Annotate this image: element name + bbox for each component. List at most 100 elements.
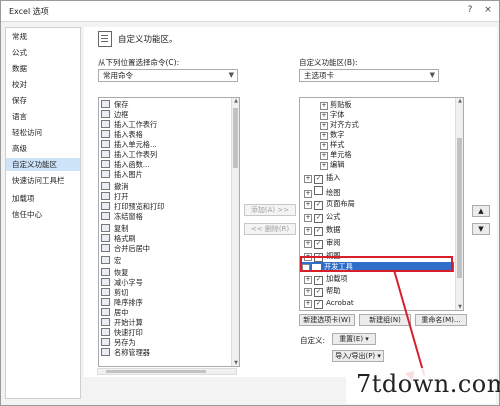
list-item[interactable]: 开始计算 [101,318,143,328]
expand-icon[interactable]: + [320,112,328,120]
scroll-thumb[interactable] [457,138,462,278]
tree-item-review[interactable]: + ✓ 审阅 [304,238,340,249]
ribbon-tree[interactable]: + 剪贴板 + 字体 + 对齐方式 + 数字 + 样式 + 单元格 + 编辑 + ✓ 插入 + 绘图… [299,97,464,311]
sidebar-item-advanced[interactable]: 高级 [6,142,80,155]
list-item[interactable]: 快速打印 [101,328,143,338]
list-item[interactable]: 插入工作表列 [101,150,157,160]
tree-item-clipboard[interactable]: + 剪贴板 [320,100,352,110]
commands-horizontal-scrollbar[interactable] [97,368,237,375]
expand-icon[interactable]: + [320,152,328,160]
expand-icon[interactable]: + [320,132,328,140]
expand-icon[interactable]: + [320,162,328,170]
expand-icon[interactable]: + [304,276,312,284]
checkbox-unchecked-icon[interactable] [314,186,323,195]
scroll-thumb[interactable] [233,108,238,168]
tree-item-formulas[interactable]: + ✓ 公式 [304,212,340,223]
ribbon-tree-scrollbar[interactable]: ▲ ▼ [455,98,463,310]
sidebar-item-add-ins[interactable]: 加载项 [6,192,80,205]
checkbox-checked-icon[interactable]: ✓ [314,214,323,223]
expand-icon[interactable]: + [304,240,312,248]
sidebar-item-customize-ribbon[interactable]: 自定义功能区 [6,158,80,171]
list-item[interactable]: 居中 [101,308,128,318]
expand-icon[interactable]: + [304,201,312,209]
help-button[interactable]: ? [463,3,477,17]
list-item[interactable]: 恢复 [101,268,128,278]
scroll-up-icon[interactable]: ▲ [232,98,239,104]
list-item[interactable]: 宏 [101,256,121,266]
list-item[interactable]: 减小字号 [101,278,143,288]
sidebar-item-save[interactable]: 保存 [6,94,80,107]
sidebar-item-proofing[interactable]: 校对 [6,78,80,91]
tree-item-number[interactable]: + 数字 [320,130,344,140]
import-export-button[interactable]: 导入/导出(P) ▾ [332,350,384,362]
list-item[interactable]: 保存 [101,100,128,110]
expand-icon[interactable]: + [304,227,312,235]
tree-item-add-ins[interactable]: + ✓ 加载项 [304,274,348,285]
list-item[interactable]: 降序排序 [101,298,143,308]
new-tab-button[interactable]: 新建选项卡(W) [299,314,355,326]
tree-item-acrobat[interactable]: + ✓ Acrobat [304,298,354,309]
tree-item-insert[interactable]: + ✓ 插入 [304,173,340,184]
list-item[interactable]: 格式刷 [101,234,136,244]
checkbox-checked-icon[interactable]: ✓ [314,175,323,184]
tree-item-draw[interactable]: + 绘图 [304,186,340,198]
customize-ribbon-select[interactable]: 主选项卡 ▼ [299,69,439,82]
remove-button[interactable]: << 删除(R) [244,223,296,235]
commands-list[interactable]: 保存 边框 插入工作表行 插入表格 插入单元格... 插入工作表列 插入函数..… [98,97,240,367]
scroll-up-icon[interactable]: ▲ [456,98,463,104]
list-item[interactable]: 打开 [101,192,128,202]
scroll-thumb[interactable] [106,370,206,373]
list-item[interactable]: 插入表格 [101,130,143,140]
expand-icon[interactable]: + [320,142,328,150]
checkbox-checked-icon[interactable]: ✓ [314,288,323,297]
list-item[interactable]: 插入单元格... [101,140,157,150]
list-item[interactable]: 另存为 [101,338,136,348]
tree-item-editing[interactable]: + 编辑 [320,160,344,170]
expand-icon[interactable]: + [304,175,312,183]
add-button[interactable]: 添加(A) >> [244,204,296,216]
tree-item-data[interactable]: + ✓ 数据 [304,225,340,236]
sidebar-item-quick-access-toolbar[interactable]: 快速访问工具栏 [6,174,80,187]
list-item[interactable]: 插入图片 [101,170,143,180]
choose-commands-select[interactable]: 常用命令 ▼ [98,69,238,82]
list-item[interactable]: 合并后居中 [101,244,150,254]
tree-item-help[interactable]: + ✓ 帮助 [304,286,340,297]
new-group-button[interactable]: 新建组(N) [359,314,411,326]
expand-icon[interactable]: + [320,122,328,130]
tree-item-cells[interactable]: + 单元格 [320,150,352,160]
sidebar-item-data[interactable]: 数据 [6,62,80,75]
list-item[interactable]: 撤消 [101,182,128,192]
tree-item-alignment[interactable]: + 对齐方式 [320,120,359,130]
sidebar-item-formulas[interactable]: 公式 [6,46,80,59]
close-button[interactable]: × [481,3,495,17]
sidebar-item-language[interactable]: 语言 [6,110,80,123]
reset-button[interactable]: 重置(E) ▾ [332,333,376,345]
list-item[interactable]: 冻结窗格 [101,212,143,222]
scroll-down-icon[interactable]: ▼ [232,360,239,366]
move-up-button[interactable]: ▲ [472,205,490,217]
expand-icon[interactable]: + [304,288,312,296]
checkbox-checked-icon[interactable]: ✓ [314,300,323,309]
checkbox-checked-icon[interactable]: ✓ [314,201,323,210]
tree-item-font[interactable]: + 字体 [320,110,344,120]
checkbox-checked-icon[interactable]: ✓ [314,276,323,285]
expand-icon[interactable]: + [304,300,312,308]
list-item[interactable]: 剪切 [101,288,128,298]
sidebar-item-accessibility[interactable]: 轻松访问 [6,126,80,139]
commands-scrollbar[interactable]: ▲ ▼ [231,98,239,366]
expand-icon[interactable]: + [320,102,328,110]
checkbox-checked-icon[interactable]: ✓ [314,240,323,249]
tree-item-page-layout[interactable]: + ✓ 页面布局 [304,199,355,210]
checkbox-checked-icon[interactable]: ✓ [314,227,323,236]
sidebar-item-general[interactable]: 常规 [6,30,80,43]
expand-icon[interactable]: + [304,214,312,222]
list-item[interactable]: 边框 [101,110,128,120]
list-item[interactable]: 插入工作表行 [101,120,157,130]
list-item[interactable]: 插入函数... [101,160,150,170]
expand-icon[interactable]: + [304,190,312,198]
rename-button[interactable]: 重命名(M)... [415,314,467,326]
list-item[interactable]: 复制 [101,224,128,234]
list-item[interactable]: 名称管理器 [101,348,150,358]
move-down-button[interactable]: ▼ [472,223,490,235]
tree-item-styles[interactable]: + 样式 [320,140,344,150]
